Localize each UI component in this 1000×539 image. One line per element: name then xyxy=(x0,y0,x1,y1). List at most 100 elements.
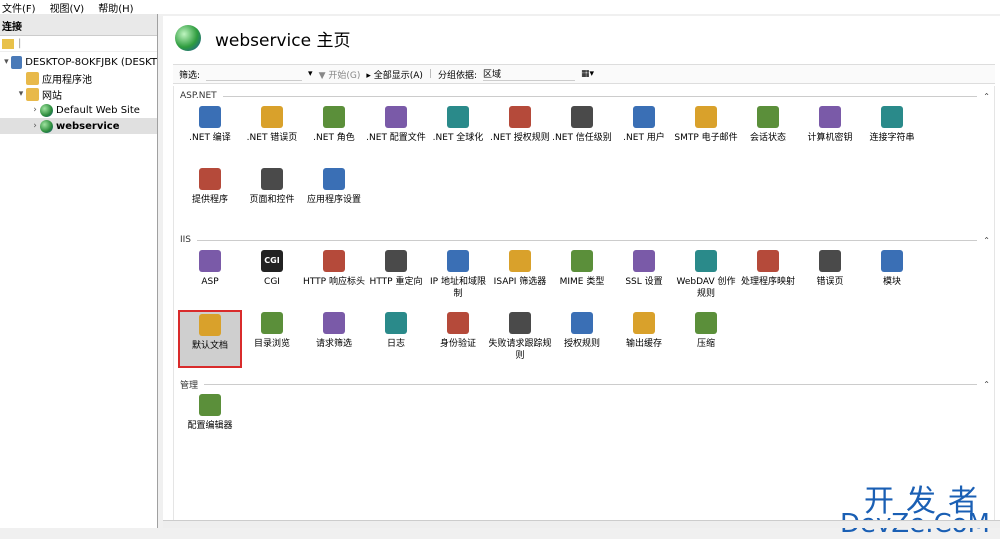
feature-item[interactable]: .NET 用户 xyxy=(612,104,676,162)
feature-item[interactable]: 身份验证 xyxy=(426,310,490,368)
feature-label: .NET 授权规则 xyxy=(490,133,550,143)
feature-icon xyxy=(261,106,283,128)
feature-label: HTTP 响应标头 xyxy=(303,277,365,287)
feature-icon: CGI xyxy=(261,250,283,272)
feature-icon xyxy=(757,250,779,272)
tree-node[interactable]: › Default Web Site xyxy=(0,102,157,118)
tree-expander-icon[interactable]: › xyxy=(30,105,40,115)
feature-item[interactable]: 页面和控件 xyxy=(240,166,304,224)
section-name: 管理 xyxy=(180,380,199,391)
node-icon xyxy=(26,71,39,85)
feature-label: 日志 xyxy=(386,339,405,349)
show-all-button[interactable]: ▸ 全部显示(A) xyxy=(366,68,423,81)
feature-item[interactable]: SMTP 电子邮件 xyxy=(674,104,738,162)
menu-view[interactable]: 视图(V) xyxy=(50,0,85,15)
website-globe-icon xyxy=(175,25,201,51)
feature-icon xyxy=(323,106,345,128)
feature-label: MIME 类型 xyxy=(559,277,605,287)
feature-item[interactable]: 模块 xyxy=(860,248,924,306)
feature-view: webservice 主页 筛选: ▾ ▼ 开始(G) ▸ 全部显示(A) | … xyxy=(163,16,1000,539)
section-header[interactable]: 管理 ⌃ xyxy=(180,378,990,391)
feature-item[interactable]: 错误页 xyxy=(798,248,862,306)
feature-item[interactable]: ASP xyxy=(178,248,242,306)
menu-help[interactable]: 帮助(H) xyxy=(98,0,133,15)
tree-expander-icon[interactable]: › xyxy=(30,121,40,131)
page-title: webservice 主页 xyxy=(215,30,351,51)
feature-item[interactable]: WebDAV 创作规则 xyxy=(674,248,738,306)
feature-item[interactable]: CGI CGI xyxy=(240,248,304,306)
feature-item[interactable]: 配置编辑器 xyxy=(178,392,242,450)
view-mode-icon[interactable]: ▦▾ xyxy=(581,69,594,79)
feature-list: ASP.NET ⌃ .NET 编译 .NET 错误页 .NET 角色 .NET 配置文件.… xyxy=(173,86,995,526)
feature-item[interactable]: 默认文档 xyxy=(178,310,242,368)
feature-item[interactable]: 目录浏览 xyxy=(240,310,304,368)
tree-node[interactable]: ▾ 网站 xyxy=(0,86,157,102)
feature-item[interactable]: 连接字符串 xyxy=(860,104,924,162)
status-bar xyxy=(163,520,1000,528)
menu-file[interactable]: 文件(F) xyxy=(2,0,36,15)
feature-item[interactable]: .NET 错误页 xyxy=(240,104,304,162)
filter-input[interactable] xyxy=(206,67,303,81)
folder-icon[interactable] xyxy=(2,38,14,49)
feature-item[interactable]: .NET 授权规则 xyxy=(488,104,552,162)
collapse-icon[interactable]: ⌃ xyxy=(983,236,990,245)
feature-label: 目录浏览 xyxy=(253,339,290,349)
feature-item[interactable]: 请求筛选 xyxy=(302,310,366,368)
feature-item[interactable]: 会话状态 xyxy=(736,104,800,162)
feature-item[interactable]: .NET 配置文件 xyxy=(364,104,428,162)
feature-icon xyxy=(695,106,717,128)
feature-item[interactable]: HTTP 响应标头 xyxy=(302,248,366,306)
feature-item[interactable]: 提供程序 xyxy=(178,166,242,224)
feature-icon xyxy=(633,250,655,272)
group-by-select[interactable]: 区域 xyxy=(483,67,576,81)
feature-item[interactable]: 日志 xyxy=(364,310,428,368)
tree-expander-icon[interactable]: ▾ xyxy=(16,89,26,99)
feature-label: 请求筛选 xyxy=(315,339,352,349)
node-icon xyxy=(10,55,23,69)
feature-icon xyxy=(199,168,221,190)
feature-icon xyxy=(571,106,593,128)
feature-item[interactable]: IP 地址和域限制 xyxy=(426,248,490,306)
feature-icon xyxy=(447,250,469,272)
feature-label: 授权规则 xyxy=(563,339,600,349)
filter-dropdown-icon[interactable]: ▾ xyxy=(308,69,313,79)
feature-item[interactable]: 处理程序映射 xyxy=(736,248,800,306)
feature-item[interactable]: 输出缓存 xyxy=(612,310,676,368)
collapse-icon[interactable]: ⌃ xyxy=(983,380,990,389)
feature-label: .NET 全球化 xyxy=(432,133,484,143)
feature-label: 压缩 xyxy=(696,339,715,349)
feature-icon xyxy=(199,250,221,272)
start-button[interactable]: ▼ 开始(G) xyxy=(319,68,361,81)
feature-item[interactable]: .NET 全球化 xyxy=(426,104,490,162)
section-header[interactable]: ASP.NET ⌃ xyxy=(180,90,990,102)
feature-icon xyxy=(819,250,841,272)
feature-item[interactable]: ISAPI 筛选器 xyxy=(488,248,552,306)
feature-item[interactable]: 压缩 xyxy=(674,310,738,368)
feature-item[interactable]: 授权规则 xyxy=(550,310,614,368)
feature-label: SSL 设置 xyxy=(625,277,663,287)
feature-icon xyxy=(571,312,593,334)
tree-node[interactable]: ▾ DESKTOP-8OKFJBK (DESKT xyxy=(0,54,157,70)
feature-item[interactable]: 计算机密钥 xyxy=(798,104,862,162)
feature-item[interactable]: MIME 类型 xyxy=(550,248,614,306)
globe-icon xyxy=(40,119,53,133)
feature-item[interactable]: .NET 角色 xyxy=(302,104,366,162)
tree-expander-icon[interactable]: ▾ xyxy=(2,57,11,67)
feature-item[interactable]: 失败请求跟踪规则 xyxy=(488,310,552,368)
feature-item[interactable]: .NET 编译 xyxy=(178,104,242,162)
section-header[interactable]: IIS ⌃ xyxy=(180,234,990,246)
feature-label: IP 地址和域限制 xyxy=(430,277,486,299)
feature-item[interactable]: 应用程序设置 xyxy=(302,166,366,224)
feature-item[interactable]: HTTP 重定向 xyxy=(364,248,428,306)
feature-item[interactable]: .NET 信任级别 xyxy=(550,104,614,162)
menu-bar: 文件(F) 视图(V) 帮助(H) xyxy=(0,0,1000,15)
tree-node[interactable]: 应用程序池 xyxy=(0,70,157,86)
connections-toolbar: | xyxy=(0,36,157,52)
collapse-icon[interactable]: ⌃ xyxy=(983,92,990,101)
tree-node-label: webservice xyxy=(56,120,120,132)
feature-label: 计算机密钥 xyxy=(807,133,853,143)
tree-node[interactable]: › webservice xyxy=(0,118,157,134)
feature-item[interactable]: SSL 设置 xyxy=(612,248,676,306)
connections-panel: 连接 | ▾ DESKTOP-8OKFJBK (DESKT 应用程序池 ▾ 网站 › Def… xyxy=(0,14,158,528)
feature-icon xyxy=(199,314,221,336)
